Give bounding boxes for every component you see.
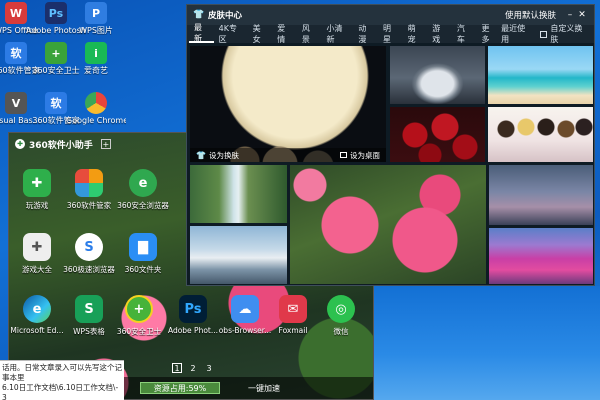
use-default-skin-button[interactable]: 使用默认换肤	[505, 9, 556, 21]
visual-basic-icon: V	[5, 92, 27, 114]
set-desktop-button[interactable]: 设为桌面	[340, 150, 380, 161]
wechat-icon: ◎	[327, 295, 355, 323]
wps-spreadsheet-icon: S	[75, 295, 103, 323]
add-app-button[interactable]: +	[100, 139, 111, 149]
page-2-button[interactable]: 2	[188, 363, 198, 373]
360-software-manager-icon: 软	[45, 92, 67, 114]
tab-games[interactable]: 游戏	[427, 24, 452, 44]
skin-tile-lavender[interactable]	[488, 227, 594, 285]
skin-tile-anime[interactable]	[487, 106, 594, 163]
helper-title: 360软件小助手	[29, 140, 93, 151]
minimize-icon[interactable]: –	[564, 10, 576, 20]
cloud-icon: ☁	[231, 295, 259, 323]
chrome-icon	[85, 92, 107, 114]
tab-cars[interactable]: 汽车	[452, 24, 477, 44]
skin-tile-beach[interactable]	[487, 45, 594, 105]
page-3-button[interactable]: 3	[204, 363, 214, 373]
helper-pager: 1 2 3	[172, 363, 214, 373]
tab-star[interactable]: 明星	[378, 24, 403, 44]
app-adobe-photoshop[interactable]: Ps Adobe Phot...	[165, 295, 221, 335]
skin-tile-mountain[interactable]	[189, 225, 288, 285]
app-microsoft-edge[interactable]: e Microsoft Ed...	[9, 295, 65, 335]
skin-tile-waterfall[interactable]	[189, 164, 288, 224]
edge-icon: e	[23, 295, 51, 323]
photoshop-icon: Ps	[45, 2, 67, 24]
tshirt-icon: 👕	[196, 150, 206, 160]
tab-4k[interactable]: 4K专区	[214, 24, 248, 44]
app-360-speed-browser[interactable]: S 360极速浏览器	[61, 233, 117, 275]
image-icon	[539, 30, 548, 38]
set-skin-button[interactable]: 设为换肤	[209, 150, 239, 161]
close-icon[interactable]: ✕	[576, 10, 588, 20]
app-wps-spreadsheet[interactable]: S WPS表格	[61, 295, 117, 337]
page-1-button[interactable]: 1	[172, 363, 182, 373]
skin-center-titlebar: 👕 皮肤中心 使用默认换肤 – ✕	[187, 5, 594, 25]
accelerate-button[interactable]: 一键加速	[248, 383, 280, 394]
tab-pets[interactable]: 萌宠	[403, 24, 428, 44]
wps-office-icon: W	[5, 2, 27, 24]
skin-tile-cherries[interactable]	[389, 106, 486, 163]
tab-anime[interactable]: 动漫	[353, 24, 378, 44]
app-wechat[interactable]: ◎ 微信	[313, 295, 369, 337]
desktop-icon-iqiyi[interactable]: i 爱奇艺	[66, 42, 126, 75]
tab-scenery[interactable]: 风景	[297, 24, 322, 44]
recent-used-button[interactable]: 最近使用	[501, 23, 530, 45]
app-360-software-manager[interactable]: 360软件管家	[61, 169, 117, 211]
notepad-window-fragment: 话用。日常文章录入可以先写这个记事本里 6.10日工作文档\6.10日工作文档\…	[0, 360, 124, 400]
app-360-security-guard[interactable]: + 360安全卫士	[111, 295, 167, 337]
360-software-manager-icon: 软	[5, 42, 27, 64]
desktop-icon-wps-image[interactable]: P WPS图片	[66, 2, 126, 35]
skin-center-title: 皮肤中心	[208, 11, 243, 21]
tshirt-icon: 👕	[193, 10, 205, 20]
security-guard-icon: +	[125, 295, 153, 323]
wps-image-icon: P	[85, 2, 107, 24]
software-manager-icon	[75, 169, 103, 197]
iqiyi-icon: i	[85, 42, 107, 64]
skin-tile-flowers[interactable]	[289, 164, 487, 285]
helper-logo-icon: ✚	[15, 139, 25, 149]
tab-beauty[interactable]: 美女	[248, 24, 273, 44]
monitor-icon	[340, 151, 347, 158]
gamepad-icon: ✚	[23, 169, 51, 197]
skin-tile-planets[interactable]: 👕 设为换肤 设为桌面	[189, 45, 387, 163]
gamepad-icon: ✚	[23, 233, 51, 261]
skin-tile-city[interactable]	[488, 164, 594, 226]
skin-category-tabs: 最新 4K专区 美女 爱情 风景 小清新 动漫 明星 萌宠 游戏 汽车 更多 最…	[187, 23, 594, 45]
360-security-icon: +	[45, 42, 67, 64]
folder-icon: ▇	[129, 233, 157, 261]
tab-love[interactable]: 爱情	[272, 24, 297, 44]
skin-tile-action-bar: 👕 设为换肤 设为桌面	[190, 148, 386, 162]
foxmail-icon: ✉	[279, 295, 307, 323]
photoshop-icon: Ps	[179, 295, 207, 323]
secure-browser-icon: e	[129, 169, 157, 197]
skin-tile-car[interactable]	[389, 45, 486, 105]
app-play-games[interactable]: ✚ 玩游戏	[9, 169, 65, 211]
skin-center-window: 👕 皮肤中心 使用默认换肤 – ✕ 最新 4K专区 美女 爱情 风景 小清新 动…	[186, 4, 595, 286]
resource-usage-badge: 资源占用:59%	[140, 382, 220, 394]
app-game-center[interactable]: ✚ 游戏大全	[9, 233, 65, 275]
app-360-secure-browser[interactable]: e 360安全浏览器	[115, 169, 171, 211]
desktop-icon-chrome[interactable]: Google Chrome	[66, 92, 126, 125]
desktop-wallpaper-area	[374, 286, 600, 400]
custom-skin-button[interactable]: 自定义换肤	[539, 23, 586, 45]
tab-latest[interactable]: 最新	[189, 23, 214, 43]
tab-fresh[interactable]: 小清新	[322, 24, 354, 44]
app-360-folder[interactable]: ▇ 360文件夹	[115, 233, 171, 275]
tab-more[interactable]: 更多	[476, 24, 501, 44]
speed-browser-icon: S	[75, 233, 103, 261]
